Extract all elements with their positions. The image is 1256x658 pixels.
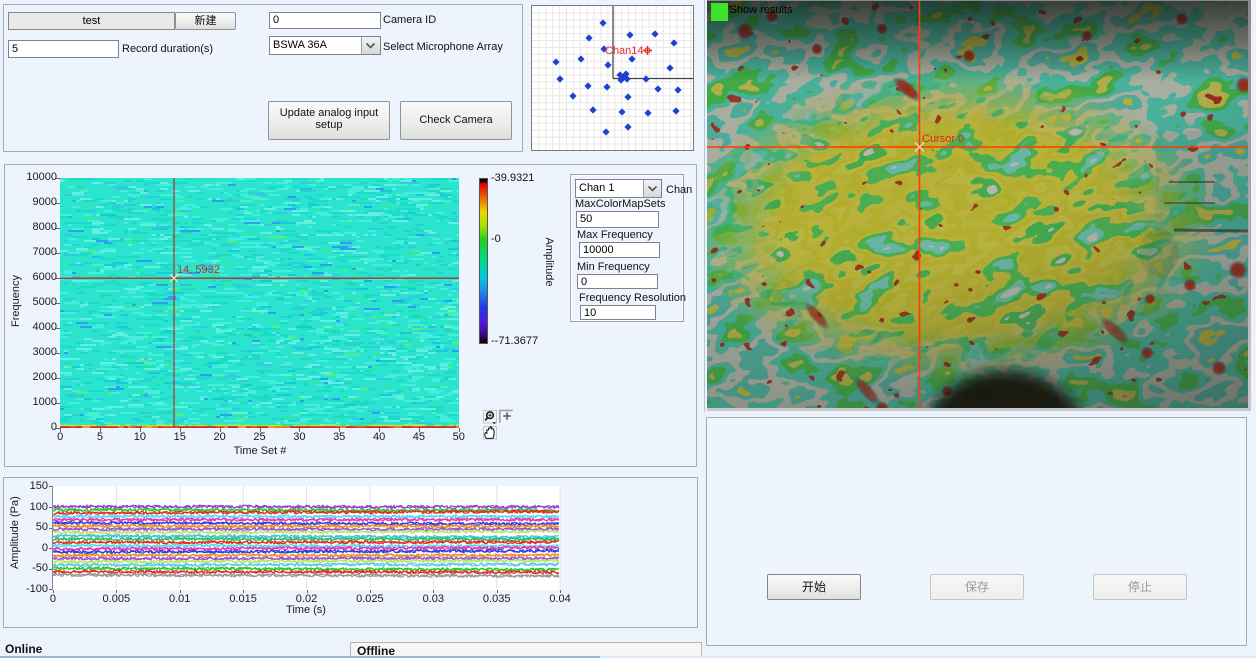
svg-text:Chan14: Chan14 (605, 45, 644, 57)
svg-text:14, 5932: 14, 5932 (177, 264, 220, 276)
svg-text:Cursor 0: Cursor 0 (922, 133, 964, 145)
